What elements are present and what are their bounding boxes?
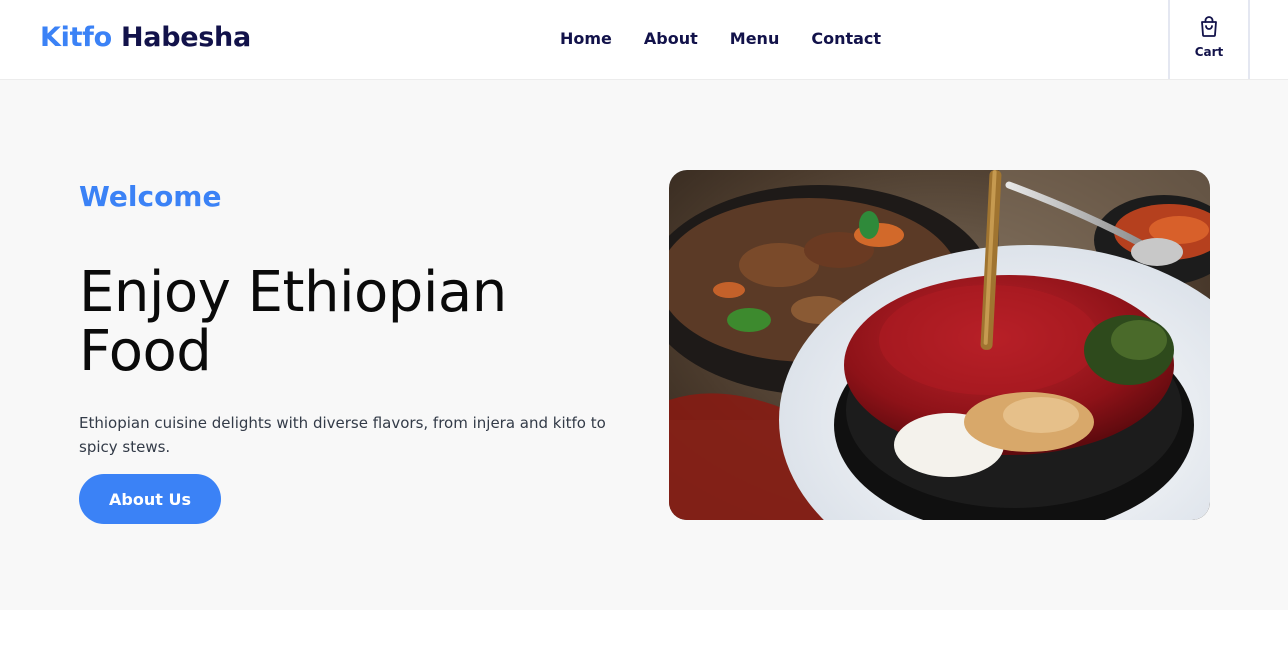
site-header: Kitfo Habesha Home About Menu Contact Ca… <box>0 0 1288 80</box>
hero-description: Ethiopian cuisine delights with diverse … <box>79 414 606 456</box>
cart-button[interactable]: Cart <box>1168 0 1250 79</box>
about-us-button[interactable]: About Us <box>79 474 221 524</box>
brand-name-part1: Kitfo <box>40 22 112 53</box>
nav-about-link[interactable]: About <box>644 29 698 48</box>
brand-logo[interactable]: Kitfo Habesha <box>40 22 251 53</box>
nav-contact-link[interactable]: Contact <box>811 29 881 48</box>
shopping-bag-icon <box>1201 16 1217 37</box>
hero-section: Welcome Enjoy Ethiopian Food Ethiopian c… <box>0 80 1288 610</box>
brand-name-part2: Habesha <box>121 22 251 53</box>
hero-food-image <box>669 170 1210 520</box>
cart-label: Cart <box>1194 45 1224 59</box>
main-nav: Home About Menu Contact <box>560 29 913 48</box>
below-hero-area <box>0 610 1288 659</box>
hero-eyebrow: Welcome <box>79 180 222 213</box>
nav-menu-link[interactable]: Menu <box>730 29 780 48</box>
nav-home-link[interactable]: Home <box>560 29 612 48</box>
hero-title: Enjoy Ethiopian Food <box>79 260 507 384</box>
